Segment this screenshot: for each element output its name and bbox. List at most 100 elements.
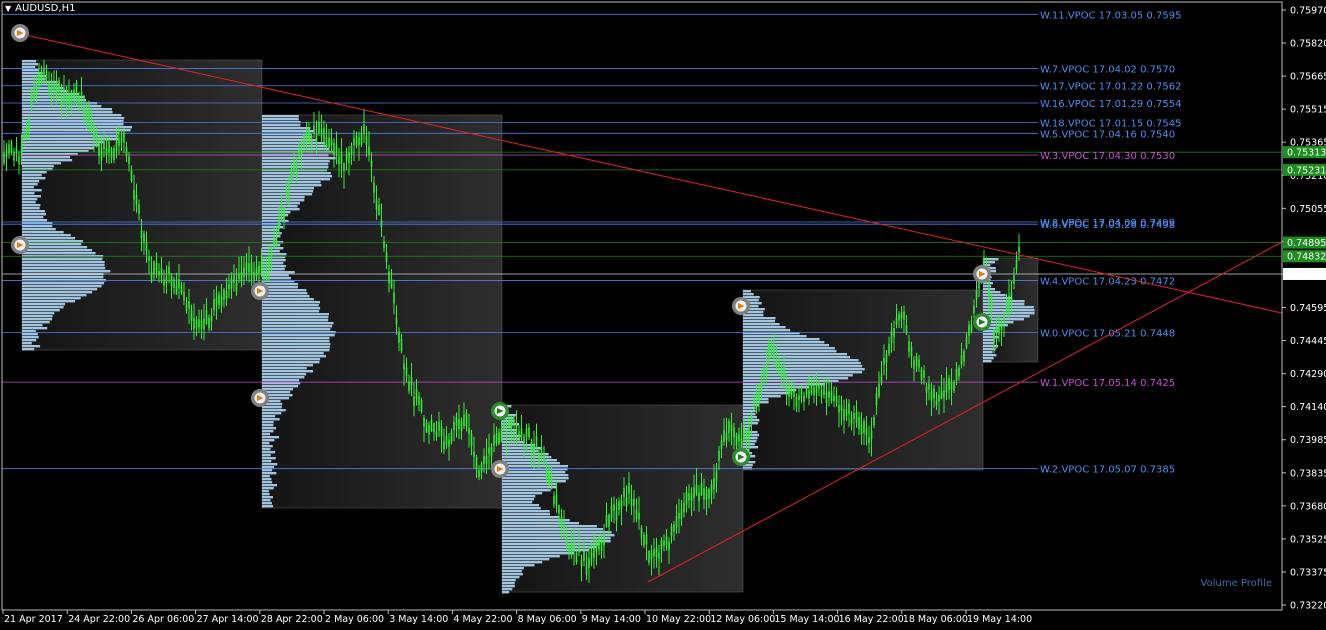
candle-body (310, 139, 313, 151)
candle-body (335, 144, 338, 156)
green-marker-icon[interactable] (491, 402, 509, 420)
candle-body (973, 305, 975, 313)
candle-body (795, 397, 798, 408)
candle-body (303, 135, 305, 148)
candle-body (73, 89, 75, 99)
gray-marker-icon[interactable] (11, 24, 29, 42)
volume-bar (262, 328, 331, 331)
candle-body (233, 274, 235, 283)
volume-bar (262, 439, 275, 442)
volume-bar (22, 156, 71, 159)
candle-body (638, 512, 640, 520)
triangle-down-icon[interactable]: ▼ (5, 4, 11, 14)
volume-bar (22, 348, 35, 351)
candle-body (275, 236, 278, 246)
candle-body (648, 550, 650, 563)
volume-bar (22, 213, 46, 216)
volume-bar (262, 166, 329, 169)
volume-bar (22, 345, 41, 348)
gray-marker-icon[interactable] (491, 460, 509, 478)
candle-body (935, 400, 938, 406)
volume-bar (502, 498, 534, 501)
candle-body (445, 435, 448, 445)
volume-bar (502, 471, 566, 474)
volume-bar (22, 312, 55, 315)
candle-body (475, 456, 478, 469)
gray-marker-icon[interactable] (251, 389, 269, 407)
candle-body (130, 170, 133, 181)
volume-bar (743, 344, 829, 347)
candle-body (803, 395, 805, 402)
volume-bar (22, 237, 76, 240)
volume-bar (22, 120, 124, 123)
gray-marker-icon[interactable] (251, 282, 269, 300)
volume-bar (22, 276, 104, 279)
volume-bar (22, 297, 81, 300)
candle-body (415, 388, 418, 399)
volume-bar (502, 585, 515, 588)
candle-body (490, 447, 493, 456)
candle-body (483, 456, 485, 465)
price-chart[interactable]: W.11.VPOC 17.03.05 0.7595 W.7.VPOC 17.04.… (0, 0, 1326, 630)
volume-bar (22, 60, 37, 63)
gray-marker-icon[interactable] (11, 236, 29, 254)
candle-body (550, 474, 553, 485)
volume-bar (262, 502, 272, 505)
candle-body (458, 419, 460, 429)
candle-body (725, 433, 728, 441)
current-price-label: 0.74750 (1287, 269, 1326, 280)
volume-bar (22, 201, 36, 204)
gray-marker-icon[interactable] (732, 297, 750, 315)
candle-body (418, 395, 420, 405)
candle-body (110, 148, 113, 159)
candle-body (528, 427, 530, 438)
price-axis-label: 0.75055 (1290, 204, 1326, 215)
candle-body (913, 360, 915, 369)
candle-body (703, 488, 705, 500)
gray-marker-icon[interactable] (973, 265, 991, 283)
time-axis-label: 2 May 06:00 (325, 614, 384, 625)
candle-body (53, 80, 55, 90)
volume-bar (502, 465, 568, 468)
candle-body (525, 428, 528, 437)
volume-bar (743, 317, 776, 320)
candle-body (678, 513, 680, 519)
price-axis-label: 0.73220 (1290, 601, 1326, 612)
volume-bar (262, 268, 285, 271)
volume-bar (262, 145, 328, 148)
green-marker-icon[interactable] (973, 313, 991, 331)
volume-bar (502, 501, 533, 504)
candle-body (940, 390, 943, 399)
candle-body (943, 390, 945, 398)
green-marker-icon[interactable] (732, 448, 750, 466)
candle-body (320, 128, 323, 137)
candle-body (478, 470, 480, 478)
volume-bar (262, 406, 282, 409)
chart-window[interactable]: W.11.VPOC 17.03.05 0.7595 W.7.VPOC 17.04.… (0, 0, 1326, 630)
candle-body (655, 547, 658, 558)
candle-body (1005, 301, 1008, 313)
candle-body (535, 436, 538, 448)
candle-body (140, 230, 143, 238)
candle-body (395, 317, 398, 325)
candle-body (113, 148, 115, 160)
volume-bar (502, 492, 543, 495)
candle-body (263, 273, 265, 278)
volume-bar (983, 342, 995, 345)
volume-bar (262, 124, 301, 127)
chart-title[interactable]: ▼ AUDUSD,H1 (5, 3, 75, 14)
volume-bar (262, 301, 320, 304)
candle-body (798, 395, 800, 400)
volume-bar (262, 415, 276, 418)
candle-body (650, 553, 653, 559)
candle-body (590, 551, 593, 562)
volume-bar (22, 327, 48, 330)
volume-bar (262, 259, 286, 262)
volume-bar (983, 354, 997, 357)
volume-bar (262, 205, 298, 208)
candle-body (238, 274, 240, 280)
candle-body (220, 296, 223, 306)
volume-bar (22, 69, 39, 72)
candle-body (843, 408, 845, 420)
candle-body (353, 138, 355, 146)
